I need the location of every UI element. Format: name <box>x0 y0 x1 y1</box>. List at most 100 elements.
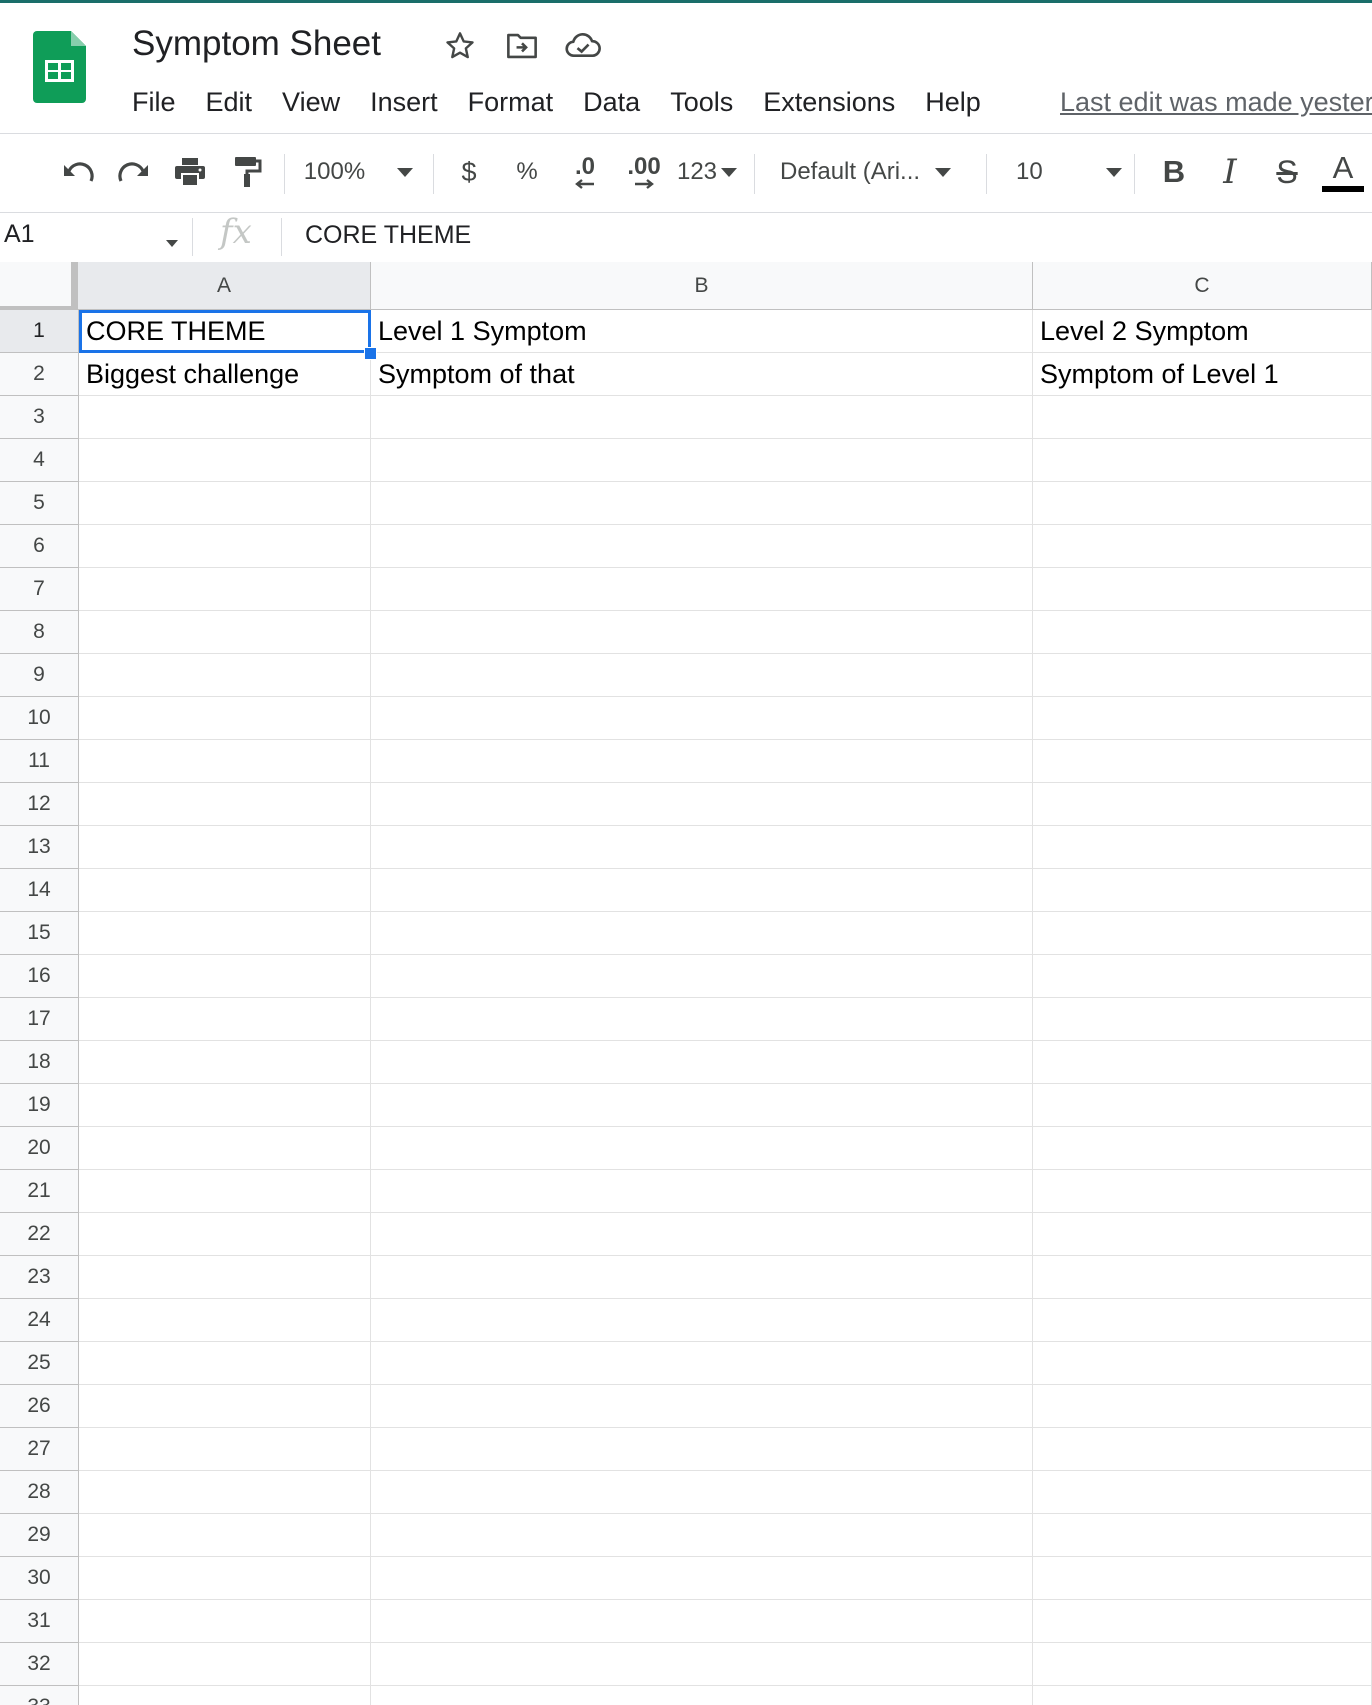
cell-c21[interactable] <box>1033 1170 1372 1213</box>
cell-c17[interactable] <box>1033 998 1372 1041</box>
cell-a10[interactable] <box>79 697 371 740</box>
cell-c10[interactable] <box>1033 697 1372 740</box>
cell-a29[interactable] <box>79 1514 371 1557</box>
move-to-folder-icon[interactable] <box>504 28 540 64</box>
cell-a14[interactable] <box>79 869 371 912</box>
cell-b31[interactable] <box>371 1600 1033 1643</box>
row-header[interactable]: 13 <box>0 826 79 869</box>
menu-format[interactable]: Format <box>453 84 569 120</box>
cell-a30[interactable] <box>79 1557 371 1600</box>
cell-c22[interactable] <box>1033 1213 1372 1256</box>
cell-b30[interactable] <box>371 1557 1033 1600</box>
cell-c29[interactable] <box>1033 1514 1372 1557</box>
cell-b18[interactable] <box>371 1041 1033 1084</box>
cell-c15[interactable] <box>1033 912 1372 955</box>
menu-file[interactable]: File <box>117 84 191 120</box>
cell-b14[interactable] <box>371 869 1033 912</box>
cell-b15[interactable] <box>371 912 1033 955</box>
cell-a12[interactable] <box>79 783 371 826</box>
row-header[interactable]: 24 <box>0 1299 79 1342</box>
cell-c32[interactable] <box>1033 1643 1372 1686</box>
last-edit-link[interactable]: Last edit was made yesterday <box>1060 84 1372 120</box>
percent-format-button[interactable]: % <box>506 146 548 198</box>
cell-a2[interactable]: Biggest challenge <box>79 353 371 396</box>
text-color-button[interactable]: A <box>1320 146 1366 198</box>
row-header[interactable]: 11 <box>0 740 79 783</box>
cell-b33[interactable] <box>371 1686 1033 1705</box>
row-header[interactable]: 29 <box>0 1514 79 1557</box>
row-header[interactable]: 33 <box>0 1686 79 1705</box>
row-header[interactable]: 32 <box>0 1643 79 1686</box>
cell-c14[interactable] <box>1033 869 1372 912</box>
document-title[interactable]: Symptom Sheet <box>132 24 381 64</box>
cell-a17[interactable] <box>79 998 371 1041</box>
cell-b16[interactable] <box>371 955 1033 998</box>
cell-b1[interactable]: Level 1 Symptom <box>371 310 1033 353</box>
decrease-decimal-button[interactable]: .0 <box>560 146 610 198</box>
menu-extensions[interactable]: Extensions <box>748 84 910 120</box>
cell-b27[interactable] <box>371 1428 1033 1471</box>
cell-c19[interactable] <box>1033 1084 1372 1127</box>
cell-a1[interactable]: CORE THEME <box>79 310 371 353</box>
cell-b19[interactable] <box>371 1084 1033 1127</box>
row-header[interactable]: 28 <box>0 1471 79 1514</box>
cell-c12[interactable] <box>1033 783 1372 826</box>
cell-a31[interactable] <box>79 1600 371 1643</box>
cell-b25[interactable] <box>371 1342 1033 1385</box>
cell-b5[interactable] <box>371 482 1033 525</box>
select-all-corner[interactable] <box>0 262 78 310</box>
cell-c28[interactable] <box>1033 1471 1372 1514</box>
cell-c4[interactable] <box>1033 439 1372 482</box>
cell-a25[interactable] <box>79 1342 371 1385</box>
cell-b22[interactable] <box>371 1213 1033 1256</box>
cell-a19[interactable] <box>79 1084 371 1127</box>
cell-b29[interactable] <box>371 1514 1033 1557</box>
row-header[interactable]: 5 <box>0 482 79 525</box>
cell-a4[interactable] <box>79 439 371 482</box>
cell-c31[interactable] <box>1033 1600 1372 1643</box>
cell-a7[interactable] <box>79 568 371 611</box>
zoom-select[interactable]: 100% <box>296 146 421 198</box>
cell-c6[interactable] <box>1033 525 1372 568</box>
cell-b10[interactable] <box>371 697 1033 740</box>
currency-format-button[interactable]: $ <box>448 146 490 198</box>
redo-icon[interactable] <box>110 146 158 198</box>
menu-insert[interactable]: Insert <box>355 84 453 120</box>
row-header[interactable]: 22 <box>0 1213 79 1256</box>
row-header[interactable]: 18 <box>0 1041 79 1084</box>
cell-b4[interactable] <box>371 439 1033 482</box>
cell-a3[interactable] <box>79 396 371 439</box>
cell-a8[interactable] <box>79 611 371 654</box>
cell-a16[interactable] <box>79 955 371 998</box>
row-header[interactable]: 3 <box>0 396 79 439</box>
cell-a24[interactable] <box>79 1299 371 1342</box>
cell-c7[interactable] <box>1033 568 1372 611</box>
cell-c20[interactable] <box>1033 1127 1372 1170</box>
cell-a33[interactable] <box>79 1686 371 1705</box>
cell-b26[interactable] <box>371 1385 1033 1428</box>
cell-a27[interactable] <box>79 1428 371 1471</box>
cell-a6[interactable] <box>79 525 371 568</box>
chevron-down-icon[interactable] <box>166 234 178 252</box>
cell-a15[interactable] <box>79 912 371 955</box>
cell-b2[interactable]: Symptom of that <box>371 353 1033 396</box>
cell-c25[interactable] <box>1033 1342 1372 1385</box>
cell-c8[interactable] <box>1033 611 1372 654</box>
row-header[interactable]: 23 <box>0 1256 79 1299</box>
cell-c23[interactable] <box>1033 1256 1372 1299</box>
cell-c27[interactable] <box>1033 1428 1372 1471</box>
cell-c30[interactable] <box>1033 1557 1372 1600</box>
row-header[interactable]: 21 <box>0 1170 79 1213</box>
cell-c16[interactable] <box>1033 955 1372 998</box>
cell-a9[interactable] <box>79 654 371 697</box>
cell-a5[interactable] <box>79 482 371 525</box>
cell-a32[interactable] <box>79 1643 371 1686</box>
row-header[interactable]: 9 <box>0 654 79 697</box>
cell-b9[interactable] <box>371 654 1033 697</box>
column-header-b[interactable]: B <box>371 262 1033 310</box>
row-header[interactable]: 14 <box>0 869 79 912</box>
strikethrough-button[interactable]: S <box>1265 146 1309 198</box>
star-icon[interactable] <box>442 28 478 64</box>
sheets-logo-icon[interactable] <box>33 31 86 103</box>
font-select[interactable]: Default (Ari... <box>780 146 970 198</box>
